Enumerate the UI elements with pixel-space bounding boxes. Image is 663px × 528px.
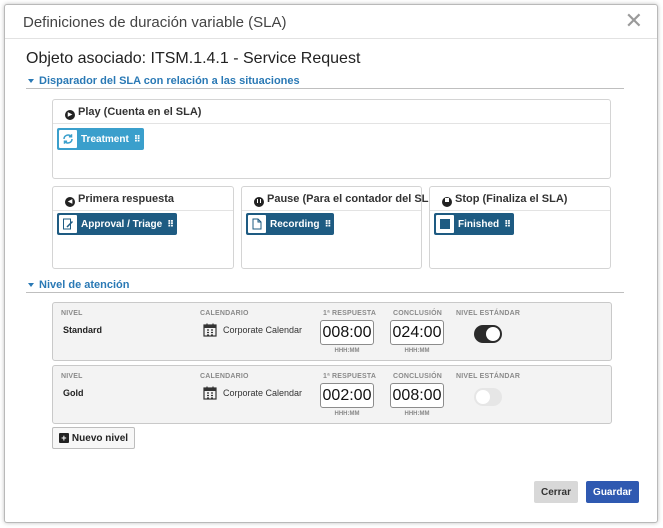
first-response-time-input[interactable]: 008:00 bbox=[320, 320, 374, 345]
calendar-icon bbox=[203, 386, 217, 400]
chip-label: Approval / Triage bbox=[81, 218, 163, 230]
first-response-panel-title: Primera respuesta bbox=[78, 193, 174, 205]
pause-panel: Pause (Para el contador del SLA) Recordi… bbox=[241, 186, 440, 269]
chip-label: Finished bbox=[458, 218, 500, 230]
level-column-label: NIVEL bbox=[61, 310, 83, 317]
level-name: Standard bbox=[63, 325, 103, 335]
level-row-gold: NIVEL Gold CALENDARIO Corporate Calendar… bbox=[52, 365, 612, 424]
calendar-field[interactable]: Corporate Calendar bbox=[203, 386, 302, 400]
drag-handle-icon[interactable]: ⠿ bbox=[324, 219, 331, 230]
save-button[interactable]: Guardar bbox=[586, 481, 639, 503]
first-response-column-label: 1ª RESPUESTA bbox=[323, 310, 377, 317]
standard-level-column-label: NIVEL ESTÁNDAR bbox=[456, 373, 521, 380]
play-panel-header: ▶ Play (Cuenta en el SLA) bbox=[53, 100, 610, 124]
first-response-icon: ◀ bbox=[65, 197, 75, 207]
conclusion-column-label: CONCLUSIÓN bbox=[393, 373, 443, 380]
play-panel: ▶ Play (Cuenta en el SLA) Treatment ⠿ bbox=[52, 99, 611, 179]
standard-level-toggle[interactable] bbox=[474, 325, 502, 343]
square-icon bbox=[436, 215, 454, 233]
document-icon bbox=[248, 215, 266, 233]
pause-panel-header: Pause (Para el contador del SLA) bbox=[242, 187, 440, 211]
first-response-panel-header: ◀ Primera respuesta bbox=[53, 187, 233, 211]
calendar-field[interactable]: Corporate Calendar bbox=[203, 323, 302, 337]
conclusion-time-input[interactable]: 008:00 bbox=[390, 383, 444, 408]
time-format-hint: HHH:MM bbox=[404, 411, 430, 417]
status-chip-treatment[interactable]: Treatment ⠿ bbox=[57, 128, 144, 150]
play-icon: ▶ bbox=[65, 110, 75, 120]
time-format-hint: HHH:MM bbox=[334, 348, 360, 354]
drag-handle-icon[interactable]: ⠿ bbox=[504, 219, 511, 230]
calendar-icon bbox=[203, 323, 217, 337]
dialog-titlebar: Definiciones de duración variable (SLA) … bbox=[5, 5, 657, 39]
status-chip-approval-triage[interactable]: Approval / Triage ⠿ bbox=[57, 213, 178, 235]
time-format-hint: HHH:MM bbox=[334, 411, 360, 417]
stop-panel-header: Stop (Finaliza el SLA) bbox=[430, 187, 610, 211]
level-section-title: Nivel de atención bbox=[39, 279, 130, 291]
dialog-title: Definiciones de duración variable (SLA) bbox=[23, 14, 287, 31]
standard-level-toggle[interactable] bbox=[474, 388, 502, 406]
trigger-section-title: Disparador del SLA con relación a las si… bbox=[39, 75, 300, 87]
pause-icon bbox=[254, 197, 264, 207]
status-chip-finished[interactable]: Finished ⠿ bbox=[434, 213, 515, 235]
level-column-label: NIVEL bbox=[61, 373, 83, 380]
chip-label: Treatment bbox=[81, 133, 129, 145]
first-response-time-input[interactable]: 002:00 bbox=[320, 383, 374, 408]
refresh-icon bbox=[59, 130, 77, 148]
status-chip-recording[interactable]: Recording ⠿ bbox=[246, 213, 335, 235]
new-level-label: Nuevo nivel bbox=[71, 432, 129, 444]
chip-label: Recording bbox=[270, 218, 320, 230]
stop-panel: Stop (Finaliza el SLA) Finished ⠿ bbox=[429, 186, 611, 269]
trigger-section-header[interactable]: Disparador del SLA con relación a las si… bbox=[26, 75, 624, 89]
calendar-column-label: CALENDARIO bbox=[200, 373, 249, 380]
first-response-column-label: 1ª RESPUESTA bbox=[323, 373, 377, 380]
close-icon[interactable]: ✕ bbox=[625, 10, 643, 32]
caret-down-icon bbox=[28, 78, 34, 83]
plus-icon: + bbox=[58, 433, 69, 443]
edit-document-icon bbox=[59, 215, 77, 233]
standard-level-column-label: NIVEL ESTÁNDAR bbox=[456, 310, 521, 317]
level-name: Gold bbox=[63, 388, 84, 398]
level-row-standard: NIVEL Standard CALENDARIO Corporate Cale… bbox=[52, 302, 612, 361]
drag-handle-icon[interactable]: ⠿ bbox=[134, 134, 141, 145]
associated-object: Objeto asociado: ITSM.1.4.1 - Service Re… bbox=[26, 50, 361, 67]
conclusion-time-input[interactable]: 024:00 bbox=[390, 320, 444, 345]
calendar-column-label: CALENDARIO bbox=[200, 310, 249, 317]
drag-handle-icon[interactable]: ⠿ bbox=[167, 219, 174, 230]
stop-icon bbox=[442, 197, 452, 207]
first-response-panel: ◀ Primera respuesta Approval / Triage ⠿ bbox=[52, 186, 234, 269]
play-panel-title: Play (Cuenta en el SLA) bbox=[78, 106, 202, 118]
caret-down-icon bbox=[28, 282, 34, 287]
calendar-value: Corporate Calendar bbox=[223, 388, 303, 398]
stop-panel-title: Stop (Finaliza el SLA) bbox=[455, 193, 568, 205]
level-section-header[interactable]: Nivel de atención bbox=[26, 279, 624, 293]
calendar-value: Corporate Calendar bbox=[223, 325, 303, 335]
time-format-hint: HHH:MM bbox=[404, 348, 430, 354]
sla-dialog: Definiciones de duración variable (SLA) … bbox=[4, 4, 658, 523]
new-level-button[interactable]: + Nuevo nivel bbox=[52, 427, 135, 449]
conclusion-column-label: CONCLUSIÓN bbox=[393, 310, 443, 317]
pause-panel-title: Pause (Para el contador del SLA) bbox=[267, 193, 440, 205]
cancel-button[interactable]: Cerrar bbox=[534, 481, 578, 503]
